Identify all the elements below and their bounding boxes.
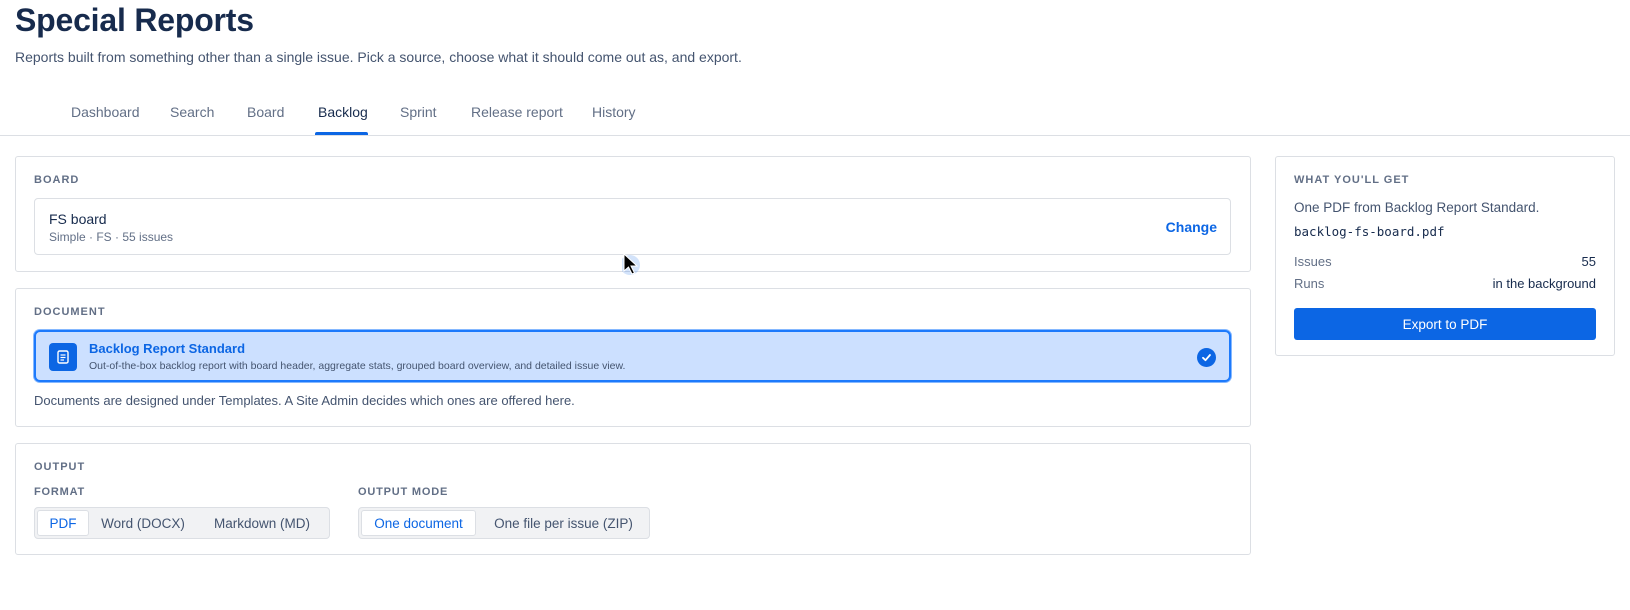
tab-dashboard[interactable]: Dashboard bbox=[71, 104, 140, 120]
summary-runs-key: Runs bbox=[1294, 276, 1325, 291]
format-label: FORMAT bbox=[34, 486, 86, 498]
format-option-docx[interactable]: Word (DOCX) bbox=[93, 510, 193, 536]
active-tab-indicator bbox=[315, 132, 368, 135]
page-subtitle: Reports built from something other than … bbox=[15, 49, 742, 65]
board-name: FS board bbox=[49, 211, 107, 227]
output-mode-label: OUTPUT MODE bbox=[358, 486, 449, 498]
format-option-md[interactable]: Markdown (MD) bbox=[199, 510, 325, 536]
output-mode-segmented-control: One document One file per issue (ZIP) bbox=[358, 507, 650, 539]
document-card: DOCUMENT Backlog Report Standard Out-of-… bbox=[15, 288, 1251, 427]
checkmark-icon bbox=[1197, 348, 1216, 367]
document-section-label: DOCUMENT bbox=[34, 306, 106, 318]
page-title: Special Reports bbox=[15, 2, 254, 38]
document-option-backlog-report-standard[interactable]: Backlog Report Standard Out-of-the-box b… bbox=[34, 330, 1231, 382]
summary-issues-value: 55 bbox=[1581, 254, 1596, 269]
tab-release-report[interactable]: Release report bbox=[471, 104, 563, 120]
tab-backlog[interactable]: Backlog bbox=[318, 104, 368, 120]
summary-card: WHAT YOU'LL GET One PDF from Backlog Rep… bbox=[1275, 156, 1615, 356]
output-mode-one-document[interactable]: One document bbox=[361, 510, 476, 536]
output-filename: backlog-fs-board.pdf bbox=[1294, 224, 1445, 239]
format-segmented-control: PDF Word (DOCX) Markdown (MD) bbox=[34, 507, 330, 539]
summary-description: One PDF from Backlog Report Standard. bbox=[1294, 200, 1540, 215]
tab-bar: Dashboard Search Board Backlog Sprint Re… bbox=[0, 94, 1630, 136]
output-mode-one-file-per-issue[interactable]: One file per issue (ZIP) bbox=[480, 510, 647, 536]
tab-board[interactable]: Board bbox=[247, 104, 284, 120]
tab-search[interactable]: Search bbox=[170, 104, 214, 120]
tab-history[interactable]: History bbox=[592, 104, 636, 120]
export-to-pdf-button[interactable]: Export to PDF bbox=[1294, 308, 1596, 340]
document-description: Out-of-the-box backlog report with board… bbox=[89, 360, 626, 372]
format-option-pdf[interactable]: PDF bbox=[37, 510, 89, 536]
document-title: Backlog Report Standard bbox=[89, 341, 246, 356]
output-card: OUTPUT FORMAT PDF Word (DOCX) Markdown (… bbox=[15, 443, 1251, 555]
document-note: Documents are designed under Templates. … bbox=[34, 393, 575, 408]
mouse-cursor-icon bbox=[622, 253, 640, 275]
summary-title: WHAT YOU'LL GET bbox=[1294, 174, 1410, 186]
change-board-button[interactable]: Change bbox=[1166, 219, 1217, 235]
board-selector: FS board Simple · FS · 55 issues Change bbox=[34, 198, 1231, 255]
tab-sprint[interactable]: Sprint bbox=[400, 104, 437, 120]
document-icon bbox=[49, 343, 77, 371]
summary-issues-key: Issues bbox=[1294, 254, 1332, 269]
board-section-label: BOARD bbox=[34, 174, 80, 186]
summary-runs-value: in the background bbox=[1492, 276, 1596, 291]
output-section-label: OUTPUT bbox=[34, 461, 86, 473]
board-meta: Simple · FS · 55 issues bbox=[49, 230, 174, 244]
